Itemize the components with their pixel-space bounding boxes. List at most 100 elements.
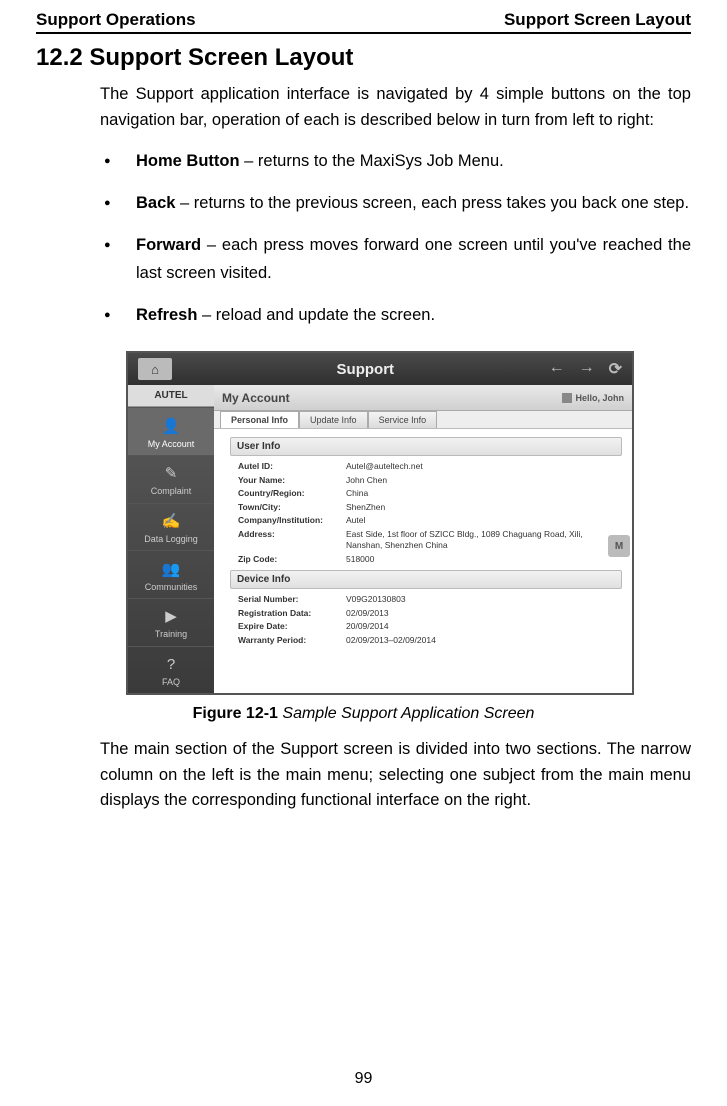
rest: – each press moves forward one screen un… [136,236,691,282]
table-row: Country/Region:China [234,487,622,500]
field-value: Autel@auteltech.net [342,460,622,473]
sidebar-item-my-account[interactable]: 👤 My Account [128,407,214,455]
float-badge[interactable]: M [608,535,630,557]
brand-text: AUTEL [154,390,187,401]
term: Back [136,194,175,212]
device-info-table: Serial Number:V09G20130803 Registration … [234,593,440,647]
list-item: Refresh – reload and update the screen. [100,301,691,329]
table-row: Company/Institution:Autel [234,514,622,527]
sidebar-item-faq[interactable]: ? FAQ [128,646,214,694]
field-value: ShenZhen [342,501,622,514]
page-number: 99 [0,1070,727,1088]
field-value: John Chen [342,474,622,487]
field-value: East Side, 1st floor of SZICC Bldg., 108… [342,528,622,553]
term: Forward [136,236,201,254]
field-value: Autel [342,514,622,527]
caption-bold: Figure 12-1 [193,705,278,722]
list-item: Forward – each press moves forward one s… [100,231,691,287]
feature-list: Home Button – returns to the MaxiSys Job… [100,147,691,329]
table-row: Registration Data:02/09/2013 [234,607,440,620]
data-logging-icon: ✍ [159,510,183,532]
person-icon: 👤 [159,415,183,437]
table-row: Expire Date:20/09/2014 [234,620,440,633]
term: Home Button [136,152,240,170]
topbar-title: Support [182,361,549,378]
table-row: Address:East Side, 1st floor of SZICC Bl… [234,528,622,553]
back-icon[interactable]: ← [549,359,565,379]
panel: User Info Autel ID:Autel@auteltech.net Y… [214,429,632,653]
field-label: Country/Region: [234,487,342,500]
greeting-text: Hello, John [575,393,624,403]
brand-logo: AUTEL [128,385,214,407]
rest: – returns to the MaxiSys Job Menu. [240,152,504,170]
table-row: Autel ID:Autel@auteltech.net [234,460,622,473]
header-left: Support Operations [36,10,196,30]
user-info-table: Autel ID:Autel@auteltech.net Your Name:J… [234,460,622,566]
field-value: 02/09/2013 [342,607,440,620]
term: Refresh [136,306,197,324]
field-label: Expire Date: [234,620,342,633]
ui-body: AUTEL 👤 My Account ✎ Complaint ✍ Data Lo… [128,385,632,693]
sidebar-item-label: Training [155,629,187,639]
sidebar-item-label: FAQ [162,677,180,687]
field-label: Zip Code: [234,553,342,566]
rest: – reload and update the screen. [197,306,435,324]
sidebar-item-label: Complaint [151,486,192,496]
field-value: China [342,487,622,500]
tabs: Personal Info Update Info Service Info [214,411,632,429]
field-label: Company/Institution: [234,514,342,527]
intro-paragraph: The Support application interface is nav… [100,82,691,133]
device-info-header: Device Info [230,570,622,589]
table-row: Town/City:ShenZhen [234,501,622,514]
home-button[interactable]: ⌂ [138,358,172,380]
tab-update-info[interactable]: Update Info [299,411,368,428]
user-info-header: User Info [230,437,622,456]
field-label: Registration Data: [234,607,342,620]
field-label: Your Name: [234,474,342,487]
field-label: Town/City: [234,501,342,514]
sidebar-item-label: My Account [148,439,195,449]
list-item: Back – returns to the previous screen, e… [100,189,691,217]
field-value: 02/09/2013–02/09/2014 [342,634,440,647]
field-label: Address: [234,528,342,553]
rest: – returns to the previous screen, each p… [175,194,689,212]
sidebar-item-complaint[interactable]: ✎ Complaint [128,455,214,503]
training-icon: ▶ [159,605,183,627]
figure-caption: Figure 12-1 Sample Support Application S… [36,705,691,723]
sidebar-item-data-logging[interactable]: ✍ Data Logging [128,503,214,551]
field-value: 518000 [342,553,622,566]
page-header: Support Operations Support Screen Layout [36,10,691,34]
topbar-nav: ← → ⟳ [549,359,632,379]
sidebar-item-label: Communities [145,582,198,592]
tab-personal-info[interactable]: Personal Info [220,411,299,428]
user-greeting: Hello, John [562,393,624,403]
user-icon [562,393,572,403]
field-label: Serial Number: [234,593,342,606]
table-row: Your Name:John Chen [234,474,622,487]
sidebar: AUTEL 👤 My Account ✎ Complaint ✍ Data Lo… [128,385,214,693]
tab-service-info[interactable]: Service Info [368,411,438,428]
communities-icon: 👥 [159,558,183,580]
table-row: Serial Number:V09G20130803 [234,593,440,606]
refresh-icon[interactable]: ⟳ [609,359,622,379]
section-heading: 12.2 Support Screen Layout [36,44,691,72]
forward-icon[interactable]: → [579,359,595,379]
outro-paragraph: The main section of the Support screen i… [100,737,691,814]
content-pane: My Account Hello, John Personal Info Upd… [214,385,632,693]
field-value: V09G20130803 [342,593,440,606]
table-row: Warranty Period:02/09/2013–02/09/2014 [234,634,440,647]
field-label: Autel ID: [234,460,342,473]
field-label: Warranty Period: [234,634,342,647]
table-row: Zip Code:518000 [234,553,622,566]
sidebar-item-training[interactable]: ▶ Training [128,598,214,646]
field-value: 20/09/2014 [342,620,440,633]
sidebar-item-label: Data Logging [144,534,198,544]
home-icon: ⌂ [151,362,159,377]
subheader-title: My Account [222,391,290,405]
ui-topbar: ⌂ Support ← → ⟳ [128,353,632,385]
figure-screenshot: ⌂ Support ← → ⟳ AUTEL 👤 My Account ✎ Com… [126,351,634,695]
faq-icon: ? [159,653,183,675]
sidebar-item-communities[interactable]: 👥 Communities [128,550,214,598]
header-right: Support Screen Layout [504,10,691,30]
list-item: Home Button – returns to the MaxiSys Job… [100,147,691,175]
